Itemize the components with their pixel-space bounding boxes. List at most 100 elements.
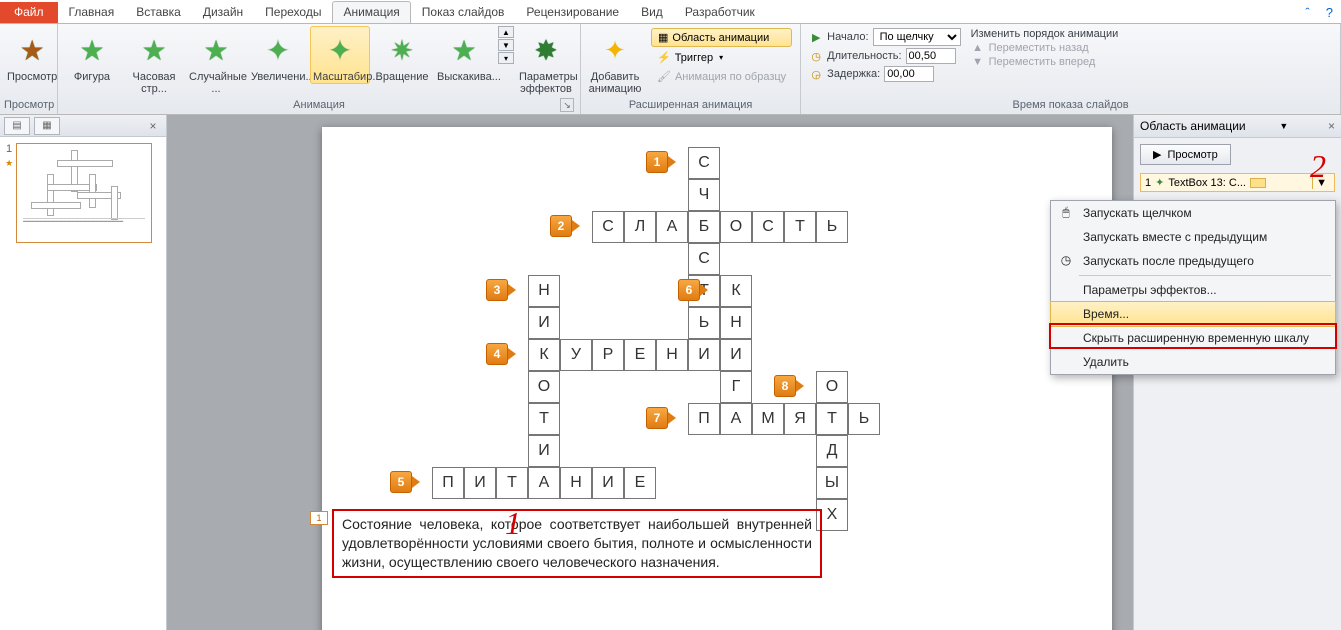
preview-star-icon: ★ — [20, 34, 45, 67]
ctx-start-after-prev[interactable]: ◷Запускать после предыдущего — [1051, 249, 1335, 273]
crossword-cell: Н — [656, 339, 688, 371]
anim-effect-icon: ✦ — [1155, 176, 1164, 189]
clock-icon: ◷ — [809, 50, 823, 63]
arrow-icon — [572, 220, 580, 232]
anim-spin[interactable]: ✷Вращение — [372, 26, 432, 84]
clue-badge: 5 — [390, 471, 412, 493]
crossword-cell: Е — [624, 339, 656, 371]
add-animation-icon: ✦ — [604, 35, 626, 66]
trigger-button[interactable]: ⚡Триггер▾ — [651, 49, 792, 66]
pane-dropdown-icon[interactable]: ▼ — [1279, 121, 1288, 131]
ctx-effect-options[interactable]: Параметры эффектов... — [1051, 278, 1335, 302]
star-icon: ✦ — [266, 34, 289, 67]
mouse-icon: 🖱 — [1057, 205, 1075, 220]
tab-insert[interactable]: Вставка — [125, 1, 192, 23]
add-animation-button[interactable]: ✦Добавить анимацию — [585, 26, 645, 96]
close-thumbnails-button[interactable]: × — [144, 119, 162, 133]
crossword-cell: П — [432, 467, 464, 499]
help-icon[interactable]: ? — [1318, 2, 1341, 23]
move-forward-button[interactable]: ▼Переместить вперед — [971, 56, 1119, 68]
effect-options-icon: ✸ — [534, 34, 557, 67]
play-icon: ▶ — [809, 31, 823, 44]
pane-preview-button[interactable]: ▶Просмотр — [1140, 144, 1231, 165]
anim-zoom[interactable]: ✦Масштабир... — [310, 26, 370, 84]
start-label: Начало: — [827, 31, 868, 43]
clue-badge: 2 — [550, 215, 572, 237]
ribbon: ★ Просмотр Просмотр ★Фигура ★Часовая стр… — [0, 23, 1341, 115]
group-label-animation: Анимация↘ — [62, 97, 576, 114]
star-icon: ★ — [451, 34, 476, 67]
tab-review[interactable]: Рецензирование — [515, 1, 630, 23]
delay-input[interactable] — [884, 66, 934, 82]
crossword-cell: Я — [784, 403, 816, 435]
slides-tab-button[interactable]: ▦ — [34, 117, 60, 135]
group-launcher-icon[interactable]: ↘ — [560, 98, 574, 112]
tab-design[interactable]: Дизайн — [192, 1, 254, 23]
crossword-cell: И — [592, 467, 624, 499]
move-back-button[interactable]: ▲Переместить назад — [971, 42, 1119, 54]
close-pane-button[interactable]: × — [1328, 119, 1335, 133]
tab-animation[interactable]: Анимация — [332, 1, 410, 23]
pane-icon: ▦ — [658, 31, 668, 44]
crossword-cell: Ь — [816, 211, 848, 243]
anim-grow[interactable]: ✦Увеличени... — [248, 26, 308, 84]
minimize-ribbon-icon[interactable]: ˆ — [1297, 2, 1317, 23]
crossword-cell: О — [528, 371, 560, 403]
arrow-icon — [668, 156, 676, 168]
start-select[interactable]: По щелчку — [873, 28, 961, 46]
crossword-cell: И — [528, 435, 560, 467]
animation-pane-button[interactable]: ▦Область анимации — [651, 28, 792, 47]
preview-button[interactable]: ★ Просмотр — [4, 26, 60, 84]
ctx-start-with-prev[interactable]: Запускать вместе с предыдущим — [1051, 225, 1335, 249]
tab-file[interactable]: Файл — [0, 2, 58, 23]
tab-developer[interactable]: Разработчик — [674, 1, 766, 23]
crossword-cell: Ь — [848, 403, 880, 435]
gallery-scroll[interactable]: ▲▼▾ — [498, 26, 514, 64]
ctx-timing[interactable]: Время... — [1050, 301, 1336, 327]
clue-badge: 8 — [774, 375, 796, 397]
anim-bounce[interactable]: ★Выскакива... — [434, 26, 494, 84]
slide-editor[interactable]: СЧАСТЬЕ1СЛАБОСТЬ2НИКОТИН3КУРЕНИЕ4КНИГА6П… — [167, 115, 1133, 630]
animation-painter-button[interactable]: 🖌Анимация по образцу — [651, 68, 792, 85]
slide-thumbnail-1[interactable]: ▬▬▬▬▬▬▬▬▬▬▬▬▬▬▬▬▬▬▬▬▬▬▬▬▬ — [16, 143, 152, 243]
group-label-advanced: Расширенная анимация — [585, 97, 796, 114]
anim-shape[interactable]: ★Фигура — [62, 26, 122, 84]
clue-badge: 7 — [646, 407, 668, 429]
duration-input[interactable] — [906, 48, 956, 64]
animation-order-tag[interactable]: 1 — [310, 511, 328, 525]
crossword-cell: И — [720, 339, 752, 371]
ctx-start-on-click[interactable]: 🖱Запускать щелчком — [1051, 201, 1335, 225]
arrow-icon — [508, 348, 516, 360]
clue-badge: 4 — [486, 343, 508, 365]
tab-home[interactable]: Главная — [58, 1, 126, 23]
ctx-delete[interactable]: Удалить — [1051, 350, 1335, 374]
crossword-cell: Т — [528, 403, 560, 435]
crossword-cell: Ь — [688, 307, 720, 339]
arrow-icon — [508, 284, 516, 296]
slide-canvas: СЧАСТЬЕ1СЛАБОСТЬ2НИКОТИН3КУРЕНИЕ4КНИГА6П… — [322, 127, 1112, 630]
crossword-cell: А — [528, 467, 560, 499]
crossword-cell: У — [560, 339, 592, 371]
clue-textbox[interactable]: Состояние человека, которое соответствуе… — [332, 509, 822, 578]
anim-random[interactable]: ★Случайные ... — [186, 26, 246, 96]
anim-clock[interactable]: ★Часовая стр... — [124, 26, 184, 96]
tab-view[interactable]: Вид — [630, 1, 674, 23]
star-icon: ★ — [141, 34, 166, 67]
duration-label: Длительность: — [827, 50, 901, 62]
tab-transitions[interactable]: Переходы — [254, 1, 332, 23]
animation-list-item[interactable]: 1 ✦ TextBox 13: С... ▼ — [1140, 173, 1335, 192]
crossword-cell: Р — [592, 339, 624, 371]
crossword-cell: Ы — [816, 467, 848, 499]
outline-tab-button[interactable]: ▤ — [4, 117, 30, 135]
crossword-cell: С — [688, 243, 720, 275]
anim-item-dropdown[interactable]: ▼ — [1312, 177, 1330, 189]
group-label-preview: Просмотр — [4, 97, 53, 114]
crossword-cell: К — [528, 339, 560, 371]
effect-options-button[interactable]: ✸Параметры эффектов — [516, 26, 576, 96]
ctx-hide-timeline[interactable]: Скрыть расширенную временную шкалу — [1051, 326, 1335, 350]
clue-badge: 6 — [678, 279, 700, 301]
thumbnails-toolbar: ▤ ▦ × — [0, 115, 166, 137]
reorder-label: Изменить порядок анимации — [971, 28, 1119, 40]
star-icon: ✷ — [390, 34, 413, 67]
tab-slideshow[interactable]: Показ слайдов — [411, 1, 516, 23]
